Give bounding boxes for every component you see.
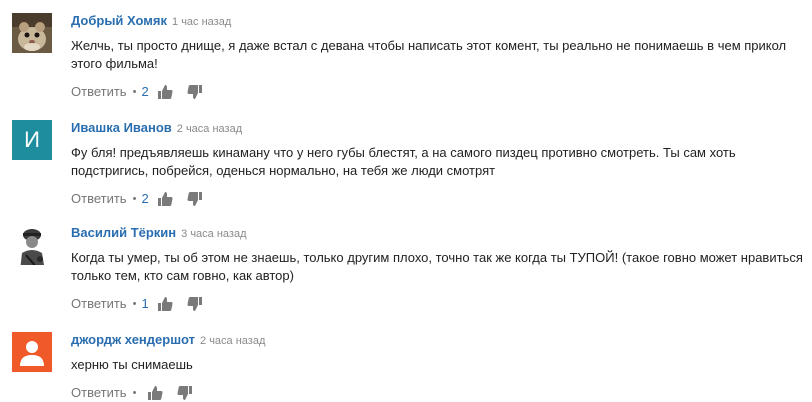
like-count: 2 — [141, 191, 149, 206]
thumb-down-icon[interactable] — [187, 296, 203, 312]
author-name[interactable]: Ивашка Иванов — [71, 120, 172, 135]
hamster-avatar-icon — [12, 13, 52, 53]
letter-avatar: И — [12, 120, 52, 160]
avatar[interactable] — [12, 13, 52, 53]
comment-actions: Ответить • 2 — [71, 83, 811, 101]
thumb-up-icon[interactable] — [157, 191, 173, 207]
comment-header: Василий Тёркин 3 часа назад — [71, 225, 811, 241]
separator-dot: • — [132, 298, 137, 310]
timestamp[interactable]: 2 часа назад — [200, 335, 265, 347]
separator-dot: • — [132, 193, 137, 205]
timestamp[interactable]: 3 часа назад — [181, 228, 246, 240]
thumb-down-icon[interactable] — [187, 191, 203, 207]
thumb-up-icon[interactable] — [157, 84, 173, 100]
like-count: 2 — [141, 84, 149, 99]
default-user-icon — [12, 332, 52, 372]
comment-header: джордж хендершот 2 часа назад — [71, 332, 811, 348]
reply-button[interactable]: Ответить — [71, 295, 127, 313]
reply-button[interactable]: Ответить — [71, 83, 127, 101]
separator-dot: • — [132, 86, 137, 98]
comment-body: джордж хендершот 2 часа назад херню ты сн… — [71, 332, 811, 402]
reply-button[interactable]: Ответить — [71, 384, 127, 402]
author-name[interactable]: Василий Тёркин — [71, 225, 176, 240]
like-count: 1 — [141, 296, 149, 311]
author-name[interactable]: джордж хендершот — [71, 332, 195, 347]
comment-body: Добрый Хомяк 1 час назад Желчь, ты просто… — [71, 13, 811, 101]
thumb-down-icon[interactable] — [187, 84, 203, 100]
avatar[interactable]: И — [12, 120, 52, 160]
timestamp[interactable]: 1 час назад — [172, 16, 231, 28]
comment-actions: Ответить • — [71, 384, 811, 402]
comment-actions: Ответить • 2 — [71, 190, 811, 208]
comment-body: Ивашка Иванов 2 часа назад Фу бля! предъя… — [71, 120, 811, 208]
soldier-avatar-icon — [12, 225, 52, 265]
separator-dot: • — [132, 387, 137, 399]
comment-header: Добрый Хомяк 1 час назад — [71, 13, 811, 29]
comment-text: херню ты снимаешь — [71, 357, 193, 372]
author-name[interactable]: Добрый Хомяк — [71, 13, 167, 28]
thumb-down-icon[interactable] — [177, 385, 193, 401]
comment-actions: Ответить • 1 — [71, 295, 811, 313]
comment-text: Желчь, ты просто днище, я даже встал с д… — [71, 38, 787, 71]
timestamp[interactable]: 2 часа назад — [177, 123, 242, 135]
comment-header: Ивашка Иванов 2 часа назад — [71, 120, 811, 136]
avatar[interactable] — [12, 332, 52, 372]
thumb-up-icon[interactable] — [147, 385, 163, 401]
reply-button[interactable]: Ответить — [71, 190, 127, 208]
comment-body: Василий Тёркин 3 часа назад Когда ты умер… — [71, 225, 811, 313]
comment-text: Фу бля! предъявляешь кинаману что у него… — [71, 145, 736, 178]
comment-text: Когда ты умер, ты об этом не знаешь, тол… — [71, 250, 803, 283]
avatar[interactable] — [12, 225, 52, 265]
thumb-up-icon[interactable] — [157, 296, 173, 312]
